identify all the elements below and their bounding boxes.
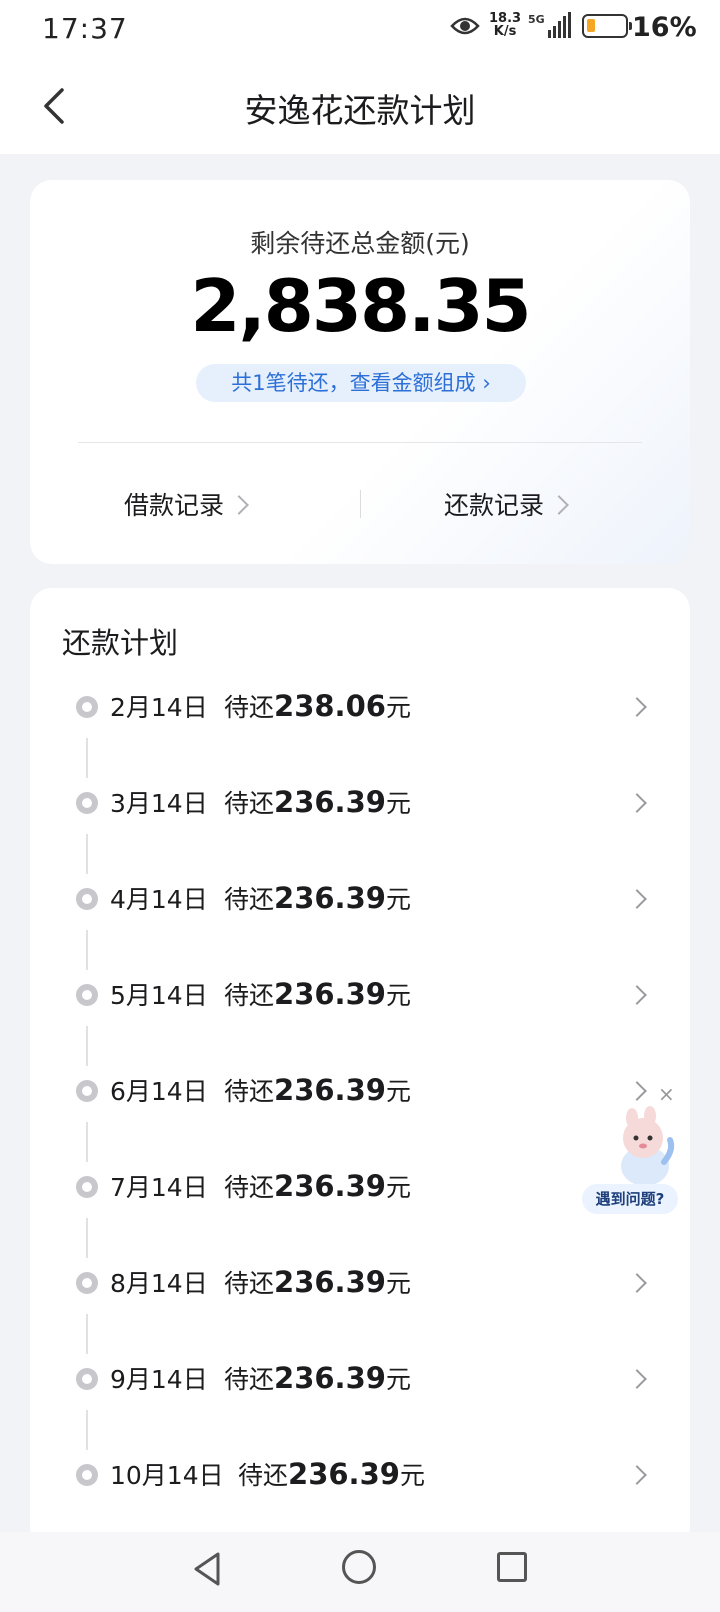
help-label: 遇到问题?: [582, 1184, 678, 1214]
chevron-right-icon: [627, 1369, 647, 1389]
plan-amount: 待还236.39元: [224, 881, 411, 915]
battery-percent: 16%: [632, 12, 697, 43]
timeline-dot: [76, 696, 98, 718]
plan-amount: 待还236.39元: [224, 1361, 411, 1395]
plan-date: 3月14日: [110, 789, 208, 818]
divider: [360, 490, 361, 518]
timeline-dot: [76, 984, 98, 1006]
repayment-plan-card: 还款计划 2月14日 待还238.06元 3月14日 待还236.39元 4月1…: [30, 588, 690, 1548]
plan-row[interactable]: 2月14日 待还238.06元: [30, 676, 690, 778]
svg-text:5G: 5G: [528, 13, 545, 26]
timeline-dot: [76, 1080, 98, 1102]
plan-date: 4月14日: [110, 885, 208, 914]
plan-amount: 待还236.39元: [224, 1265, 411, 1299]
amount-breakdown-link[interactable]: 共1笔待还，查看金额组成 ›: [196, 364, 526, 402]
plan-date: 8月14日: [110, 1269, 208, 1298]
nav-back-icon[interactable]: [190, 1550, 224, 1588]
repay-records-link[interactable]: 还款记录: [444, 486, 569, 522]
help-widget[interactable]: × 遇到问题?: [582, 1082, 696, 1240]
signal-icon: 5G: [528, 12, 571, 38]
borrow-records-link[interactable]: 借款记录: [124, 486, 249, 522]
plan-amount: 待还238.06元: [224, 689, 411, 723]
chevron-right-icon: [229, 495, 249, 515]
chevron-right-icon: [549, 495, 569, 515]
battery-icon: [582, 14, 632, 38]
plan-date: 2月14日: [110, 693, 208, 722]
timeline-dot: [76, 1368, 98, 1390]
plan-date: 5月14日: [110, 981, 208, 1010]
chevron-right-icon: [627, 697, 647, 717]
status-bar: 17:37 18.3 K/s 5G 16%: [0, 0, 720, 58]
timeline-dot: [76, 1272, 98, 1294]
plan-row[interactable]: 10月14日 待还236.39元: [30, 1444, 690, 1504]
chevron-right-icon: [627, 793, 647, 813]
repay-records-label: 还款记录: [444, 491, 545, 520]
divider: [78, 442, 642, 443]
remaining-total-amount: 2,838.35: [190, 264, 531, 348]
chevron-right-icon: [627, 889, 647, 909]
plan-amount: 待还236.39元: [224, 977, 411, 1011]
plan-amount: 待还236.39元: [238, 1457, 425, 1491]
plan-row[interactable]: 6月14日 待还236.39元: [30, 1060, 690, 1162]
remaining-total-label: 剩余待还总金额(元): [250, 229, 470, 258]
close-icon[interactable]: ×: [658, 1082, 675, 1106]
network-speed: 18.3 K/s: [489, 11, 522, 39]
chevron-right-icon: [627, 1273, 647, 1293]
plan-row[interactable]: 4月14日 待还236.39元: [30, 868, 690, 970]
status-time: 17:37: [42, 12, 128, 45]
header: 安逸花还款计划: [0, 58, 720, 154]
plan-amount: 待还236.39元: [224, 1169, 411, 1203]
system-nav-bar: [0, 1532, 720, 1612]
timeline-dot: [76, 792, 98, 814]
mascot-icon: [621, 1106, 675, 1186]
plan-row[interactable]: 8月14日 待还236.39元: [30, 1252, 690, 1354]
plan-row[interactable]: 5月14日 待还236.39元: [30, 964, 690, 1066]
nav-home-icon[interactable]: [342, 1550, 376, 1584]
plan-amount: 待还236.39元: [224, 1073, 411, 1107]
timeline-dot: [76, 888, 98, 910]
plan-date: 10月14日: [110, 1461, 224, 1490]
timeline-dot: [76, 1176, 98, 1198]
page-title: 安逸花还款计划: [244, 91, 476, 130]
plan-title: 还款计划: [62, 626, 179, 660]
chevron-right-icon: [627, 1081, 647, 1101]
plan-date: 9月14日: [110, 1365, 208, 1394]
summary-card: 剩余待还总金额(元) 2,838.35 共1笔待还，查看金额组成 › 借款记录 …: [30, 180, 690, 564]
timeline-dot: [76, 1464, 98, 1486]
plan-date: 7月14日: [110, 1173, 208, 1202]
eye-icon: [450, 17, 480, 35]
chevron-right-icon: [627, 1465, 647, 1485]
plan-row[interactable]: 3月14日 待还236.39元: [30, 772, 690, 874]
chevron-right-icon: [627, 985, 647, 1005]
plan-row[interactable]: 9月14日 待还236.39元: [30, 1348, 690, 1450]
plan-date: 6月14日: [110, 1077, 208, 1106]
nav-recents-icon[interactable]: [497, 1552, 527, 1582]
plan-amount: 待还236.39元: [224, 785, 411, 819]
borrow-records-label: 借款记录: [124, 491, 225, 520]
